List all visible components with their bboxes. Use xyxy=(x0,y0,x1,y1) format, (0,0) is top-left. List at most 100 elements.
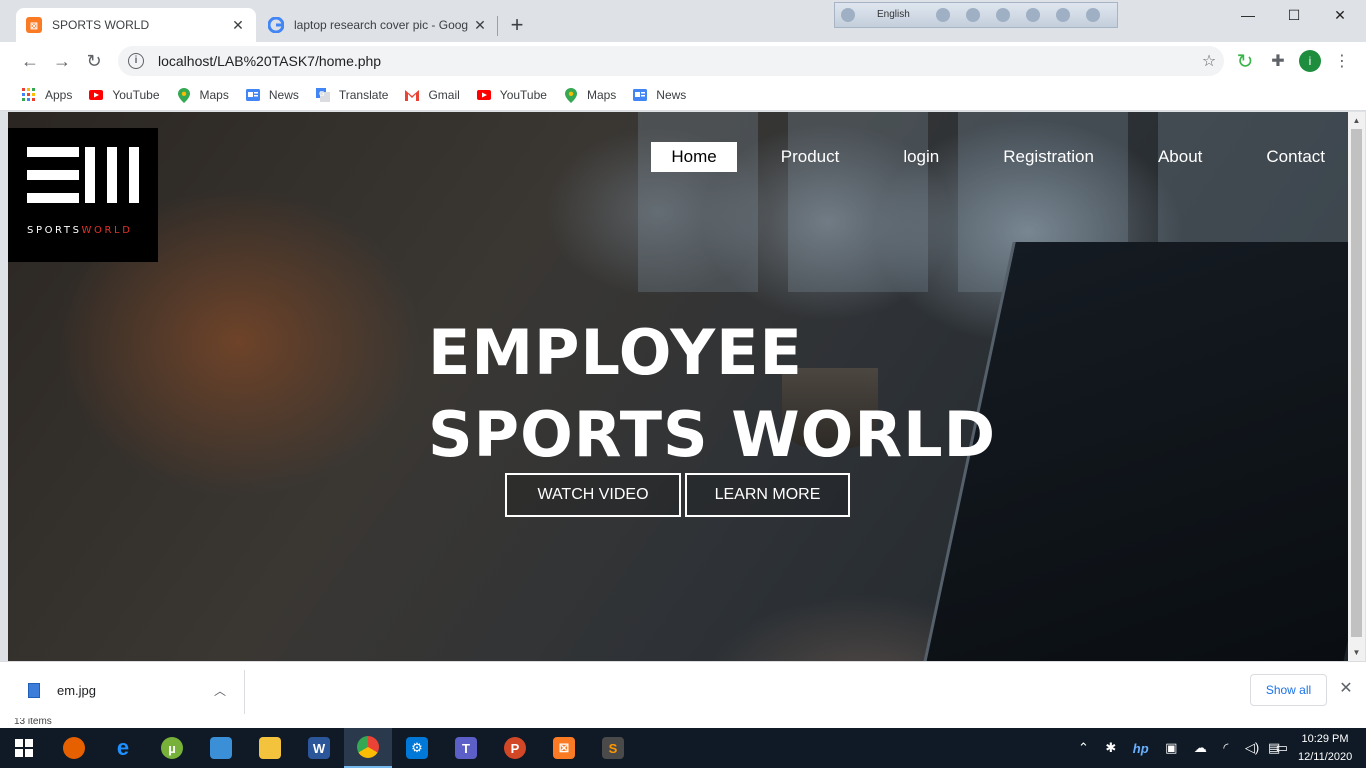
app-window-icon xyxy=(210,737,232,759)
background-window xyxy=(638,112,758,292)
back-arrow-icon[interactable]: ← xyxy=(18,49,42,73)
bookmark-youtube-2[interactable]: YouTube xyxy=(476,88,547,102)
download-item[interactable]: em.jpg ︿ xyxy=(18,672,244,708)
ie-icon[interactable] xyxy=(1025,8,1040,22)
logo-text-red: WORLD xyxy=(81,225,133,236)
bookmark-news[interactable]: News xyxy=(245,88,299,102)
taskbar-word[interactable]: W xyxy=(295,728,343,768)
help-icon[interactable] xyxy=(1055,8,1070,22)
close-tab-icon[interactable]: ✕ xyxy=(230,17,246,33)
nav-about[interactable]: About xyxy=(1158,142,1202,172)
language-bar[interactable]: English xyxy=(834,2,1118,28)
nav-login[interactable]: login xyxy=(903,142,939,172)
menu-kebab-icon[interactable]: ⋮ xyxy=(1332,51,1352,71)
address-url[interactable]: localhost/LAB%20TASK7/home.php xyxy=(158,53,1194,69)
clock-date: 12/11/2020 xyxy=(1298,751,1353,763)
profile-avatar[interactable]: i xyxy=(1299,50,1321,72)
bookmark-maps[interactable]: Maps xyxy=(177,87,229,103)
youtube-icon xyxy=(89,88,104,102)
info-icon[interactable] xyxy=(1085,8,1100,22)
chrome-icon xyxy=(357,736,379,758)
xampp-icon: ⊠ xyxy=(553,737,575,759)
close-window-button[interactable]: ✕ xyxy=(1317,0,1363,30)
powerpoint-icon: P xyxy=(504,737,526,759)
bookmark-news-2[interactable]: News xyxy=(633,88,686,102)
show-all-button[interactable]: Show all xyxy=(1250,674,1327,706)
chevron-up-icon[interactable]: ⌃ xyxy=(1078,740,1089,756)
taskbar-clock[interactable]: 10:29 PM 12/11/2020 xyxy=(1298,730,1352,766)
site-info-icon[interactable]: i xyxy=(128,53,144,69)
start-button[interactable] xyxy=(0,728,48,768)
nav-contact[interactable]: Contact xyxy=(1266,142,1325,172)
taskbar-xampp[interactable]: ⊠ xyxy=(540,728,588,768)
page-scrollbar[interactable]: ▲ ▼ xyxy=(1348,112,1365,661)
bookmark-label: News xyxy=(656,88,687,102)
taskbar-chrome[interactable] xyxy=(344,728,392,768)
notification-icon[interactable]: ▤ xyxy=(1268,728,1290,768)
language-label[interactable]: English xyxy=(877,10,910,20)
taskbar-edge[interactable]: e xyxy=(99,728,147,768)
address-bar[interactable]: i localhost/LAB%20TASK7/home.php ☆ xyxy=(118,46,1224,76)
taskbar-firefox[interactable] xyxy=(50,728,98,768)
ime-icon[interactable] xyxy=(841,8,855,22)
refresh-extension-icon[interactable]: ↻ xyxy=(1235,51,1255,73)
watch-video-button[interactable]: WATCH VIDEO xyxy=(505,473,681,517)
main-nav: Home Product login Registration About Co… xyxy=(651,142,1348,172)
bookmark-apps[interactable]: Apps xyxy=(22,88,72,102)
system-tray: ⌃ ✱ hp ▣ ☁ ◜ ◁) ▭ xyxy=(1078,728,1288,768)
extensions-puzzle-icon[interactable]: ✚ xyxy=(1268,51,1288,71)
hp-icon[interactable]: hp xyxy=(1133,741,1149,756)
tab-title: SPORTS WORLD xyxy=(52,18,150,32)
learn-more-button[interactable]: LEARN MORE xyxy=(685,473,850,517)
taskbar-teams[interactable]: T xyxy=(442,728,490,768)
close-shelf-icon[interactable]: ✕ xyxy=(1337,680,1355,698)
bookmark-youtube[interactable]: YouTube xyxy=(89,88,160,102)
reload-icon[interactable]: ↻ xyxy=(82,49,106,73)
taskbar-settings[interactable]: ⚙ xyxy=(393,728,441,768)
logo-text: SPORTSWORLD xyxy=(27,225,133,236)
nav-home[interactable]: Home xyxy=(651,142,737,172)
cloud-icon[interactable]: ☁ xyxy=(1194,740,1207,756)
bookmark-maps-2[interactable]: Maps xyxy=(564,87,617,103)
scroll-up-arrow-icon[interactable]: ▲ xyxy=(1348,112,1365,129)
pen-icon[interactable] xyxy=(965,8,980,22)
download-file-name: em.jpg xyxy=(57,682,97,698)
bluetooth-icon[interactable]: ✱ xyxy=(1105,740,1116,756)
word-icon: W xyxy=(308,737,330,759)
windows-taskbar: e µ W ⚙ T P ⊠ S ⌃ ✱ hp ▣ ☁ ◜ ◁) ▭ 10:29 … xyxy=(0,728,1366,768)
bookmark-translate[interactable]: G Translate xyxy=(315,88,388,102)
taskbar-sublime[interactable]: S xyxy=(589,728,637,768)
tab-title: laptop research cover pic - Goog xyxy=(294,18,469,32)
scrollbar-thumb[interactable] xyxy=(1351,129,1362,637)
bookmark-label: YouTube xyxy=(499,88,547,102)
tab-strip: ⊠ SPORTS WORLD ✕ laptop research cover p… xyxy=(0,0,1366,42)
new-tab-button[interactable]: + xyxy=(506,14,528,36)
bookmark-star-icon[interactable]: ☆ xyxy=(1194,51,1224,71)
gear-icon[interactable] xyxy=(995,8,1010,22)
site-logo[interactable]: SPORTSWORLD xyxy=(8,128,158,262)
keyboard-icon[interactable] xyxy=(935,8,950,22)
nav-registration[interactable]: Registration xyxy=(1003,142,1094,172)
forward-arrow-icon[interactable]: → xyxy=(50,49,74,73)
chevron-up-icon[interactable]: ︿ xyxy=(214,682,226,699)
taskbar-powerpoint[interactable]: P xyxy=(491,728,539,768)
bookmark-label: Maps xyxy=(586,88,617,102)
tab-sports-world[interactable]: ⊠ SPORTS WORLD ✕ xyxy=(16,8,256,42)
tab-laptop-research[interactable]: laptop research cover pic - Goog ✕ xyxy=(258,8,498,42)
sublime-icon: S xyxy=(602,737,624,759)
bookmark-gmail[interactable]: Gmail xyxy=(405,88,460,102)
bookmarks-bar: Apps YouTube Maps News G Translate Gmail… xyxy=(0,80,1366,111)
minimize-button[interactable]: — xyxy=(1225,0,1271,30)
scroll-down-arrow-icon[interactable]: ▼ xyxy=(1348,644,1365,661)
maximize-button[interactable]: ☐ xyxy=(1271,0,1317,30)
volume-icon[interactable]: ◁) xyxy=(1245,740,1259,756)
display-icon[interactable]: ▣ xyxy=(1165,740,1177,756)
folder-icon xyxy=(259,737,281,759)
close-tab-icon[interactable]: ✕ xyxy=(472,17,488,33)
taskbar-utorrent[interactable]: µ xyxy=(148,728,196,768)
wifi-icon[interactable]: ◜ xyxy=(1223,740,1228,756)
nav-product[interactable]: Product xyxy=(781,142,840,172)
taskbar-app-blue[interactable] xyxy=(197,728,245,768)
hero-section: SPORTSWORLD Home Product login Registrat… xyxy=(8,112,1348,661)
taskbar-file-explorer[interactable] xyxy=(246,728,294,768)
